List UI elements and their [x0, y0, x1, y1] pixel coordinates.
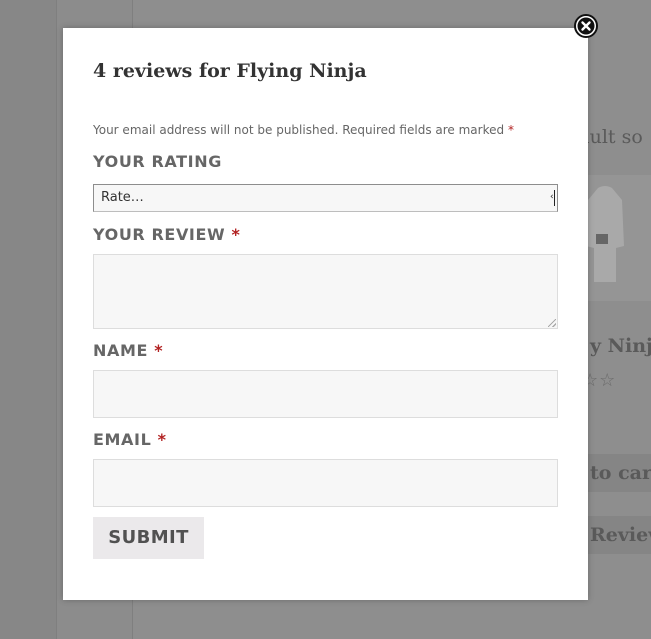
required-asterisk: * [231, 225, 241, 244]
close-icon[interactable] [574, 14, 598, 38]
review-textarea[interactable] [93, 254, 558, 329]
rating-label-text: YOUR RATING [93, 152, 222, 171]
name-label: NAME * [93, 341, 163, 360]
hoodie-icon [586, 186, 624, 282]
required-asterisk: * [154, 341, 164, 360]
review-label: YOUR REVIEW * [93, 225, 240, 244]
chevron-down-icon: ‹ [550, 190, 555, 206]
required-asterisk: * [157, 430, 167, 449]
email-label: EMAIL * [93, 430, 167, 449]
background-product-title: y Ninja [590, 335, 651, 357]
resize-grip-icon[interactable] [548, 319, 556, 327]
rating-select[interactable]: Rate… ‹ [93, 184, 558, 212]
required-asterisk: * [507, 123, 514, 137]
rating-select-value: Rate… [101, 190, 144, 205]
notice-text: Your email address will not be published… [93, 123, 505, 137]
email-field[interactable] [93, 459, 558, 507]
rating-label: YOUR RATING [93, 152, 222, 171]
name-field[interactable] [93, 370, 558, 418]
review-label-text: YOUR REVIEW [93, 225, 226, 244]
background-sidebar [0, 0, 56, 639]
required-fields-notice: Your email address will not be published… [93, 123, 514, 137]
modal-title: 4 reviews for Flying Ninja [93, 60, 367, 82]
name-label-text: NAME [93, 341, 149, 360]
review-modal: 4 reviews for Flying Ninja Your email ad… [63, 28, 588, 600]
email-label-text: EMAIL [93, 430, 152, 449]
submit-button[interactable]: SUBMIT [93, 517, 204, 559]
